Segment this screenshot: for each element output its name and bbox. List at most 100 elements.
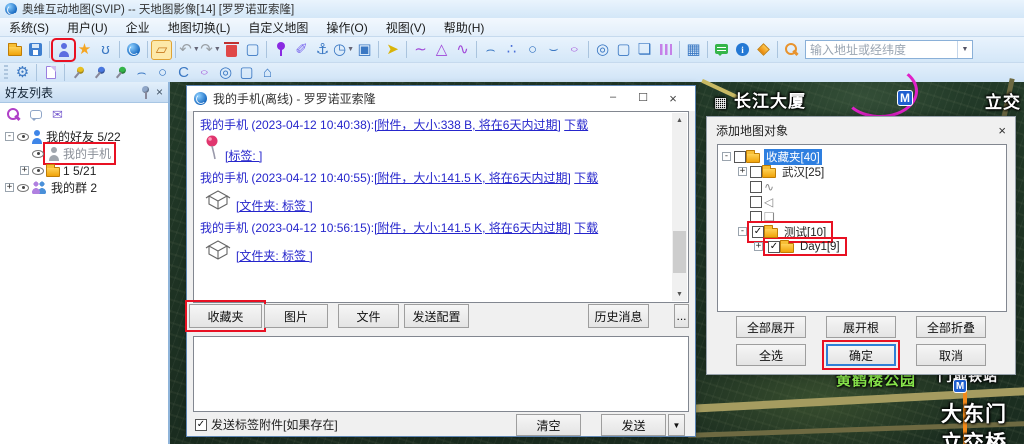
chat-dialog-titlebar[interactable]: 我的手机(离线) - 罗罗诺亚索隆 – ☐ × [187, 86, 695, 111]
tree-expander[interactable]: + [738, 167, 747, 176]
attachment-link[interactable]: [附件，大小:338 B, 将在6天内过期] [374, 118, 561, 132]
tree-checkbox[interactable]: ✓ [752, 226, 764, 238]
send-button[interactable]: 发送 [601, 414, 666, 436]
cancel-button[interactable]: 取消 [916, 344, 986, 366]
draw-polygon-icon[interactable]: △ [431, 40, 452, 60]
blob-tool-icon[interactable]: ⌂ [257, 63, 278, 83]
new-object-icon[interactable] [40, 63, 61, 83]
measure-icon[interactable]: ✐ [291, 40, 312, 60]
ok-button[interactable]: 确定 [826, 344, 896, 366]
curve-c-tool-icon[interactable]: C [173, 63, 194, 83]
friends-icon[interactable] [53, 40, 74, 60]
ship-icon[interactable]: ⚓ [312, 40, 333, 60]
pushpin-blue-icon[interactable] [89, 63, 110, 83]
tree-item-label[interactable]: 我的好友 5/22 [46, 128, 121, 145]
ellipse-tool-icon[interactable]: ○ [194, 63, 215, 83]
tree-item-label[interactable]: 收藏夹[40] [764, 149, 822, 165]
area-select-icon[interactable]: ▱ [151, 40, 172, 60]
tree-expander[interactable]: - [738, 227, 747, 236]
search-input[interactable] [806, 43, 957, 57]
pushpin-green-icon[interactable] [110, 63, 131, 83]
draw-line-icon[interactable]: ∼ [410, 40, 431, 60]
visibility-eye-icon[interactable] [32, 150, 44, 158]
rect-tool-icon[interactable]: ▢ [236, 63, 257, 83]
tree-checkbox[interactable] [750, 211, 762, 223]
redo-icon[interactable]: ↷▼ [200, 40, 221, 60]
mail-icon[interactable]: ✉ [52, 108, 63, 121]
tree-expander[interactable]: - [5, 132, 14, 141]
dart-pin-icon[interactable]: ➤ [382, 40, 403, 60]
attachment-link[interactable]: [附件，大小:141.5 K, 将在6天内过期] [374, 221, 571, 235]
tree-checkbox[interactable] [750, 166, 762, 178]
draw-circle-icon[interactable]: ○ [522, 40, 543, 60]
tree-checkbox[interactable] [734, 151, 746, 163]
favorites-star-icon[interactable]: ★ [74, 40, 95, 60]
menu-enterprise[interactable]: 企业 [117, 18, 159, 37]
visibility-eye-icon[interactable] [17, 133, 29, 141]
dropdown-arrow-icon[interactable]: ▼ [193, 46, 200, 53]
map-tree-row[interactable]: +✓Day1[9] [720, 239, 1004, 254]
undo-icon[interactable]: ↶▼ [179, 40, 200, 60]
tree-item-label[interactable]: 1 5/21 [63, 164, 96, 178]
attachment-link[interactable]: [附件，大小:141.5 K, 将在6天内过期] [374, 171, 571, 185]
region-circle-icon[interactable]: ◎ [592, 40, 613, 60]
friends-tree-row[interactable]: 我的手机 [0, 145, 168, 162]
picture-button[interactable]: 图片 [264, 304, 328, 328]
friend-search-icon[interactable] [7, 108, 20, 121]
tag-link[interactable]: [文件夹: 标签 ] [236, 247, 313, 264]
search-dropdown-icon[interactable]: ▼ [957, 41, 972, 58]
tree-checkbox[interactable] [750, 196, 762, 208]
map-tree-row[interactable]: ◁ [720, 194, 1004, 209]
history-button[interactable]: 历史消息 [588, 304, 649, 328]
tree-item-label[interactable]: 武汉[25] [780, 164, 826, 180]
ring-tool-icon[interactable]: ◎ [215, 63, 236, 83]
tree-item-label[interactable]: 测试[10] [782, 224, 828, 240]
globe-3d-icon[interactable] [123, 40, 144, 60]
add-dialog-titlebar[interactable]: 添加地图对象 × [707, 117, 1015, 143]
friends-tree-row[interactable]: - 我的好友 5/22 [0, 128, 168, 145]
map-tree-row[interactable]: + 武汉[25] [720, 164, 1004, 179]
building-3d-icon[interactable]: ▦ [683, 40, 704, 60]
region-blob-icon[interactable]: ❏ [634, 40, 655, 60]
chat-bubble-icon[interactable] [30, 110, 42, 119]
tree-item-label[interactable]: 我的群 2 [51, 179, 97, 196]
menu-user[interactable]: 用户(U) [58, 18, 117, 37]
collapse-all-button[interactable]: 全部折叠 [916, 316, 986, 338]
menu-operation[interactable]: 操作(O) [317, 18, 376, 37]
draw-curve-icon[interactable]: ∿ [452, 40, 473, 60]
tree-expander[interactable]: + [20, 166, 29, 175]
circle-tool-icon[interactable]: ○ [152, 63, 173, 83]
placemark-icon[interactable] [270, 40, 291, 60]
menu-custom-map[interactable]: 自定义地图 [239, 18, 317, 37]
map-tree-row[interactable]: - 收藏夹[40] [720, 149, 1004, 164]
scrollbar-thumb[interactable] [673, 231, 686, 273]
camera-icon[interactable]: ▣ [354, 40, 375, 60]
friends-tree-row[interactable]: +我的群 2 [0, 179, 168, 196]
expand-all-button[interactable]: 全部展开 [736, 316, 806, 338]
tree-expander[interactable]: - [722, 152, 731, 161]
arc-tool-icon[interactable]: ⌢ [131, 63, 152, 83]
dropdown-arrow-icon[interactable]: ▼ [214, 46, 221, 53]
pushpin-yellow-icon[interactable] [68, 63, 89, 83]
more-button[interactable]: ... [674, 304, 689, 328]
save-icon[interactable] [25, 40, 46, 60]
search-icon[interactable] [781, 40, 802, 60]
tag-link[interactable]: [标签: ] [225, 147, 262, 164]
dropdown-arrow-icon[interactable]: ▼ [347, 46, 354, 53]
friends-tree-row[interactable]: +1 5/21 [0, 162, 168, 179]
menu-help[interactable]: 帮助(H) [435, 18, 494, 37]
download-link[interactable]: 下载 [574, 221, 598, 235]
settings-gear-icon[interactable]: ⚙ [12, 63, 33, 83]
draw-scatter-icon[interactable]: ∴ [501, 40, 522, 60]
message-icon[interactable] [711, 40, 732, 60]
select-rect-icon[interactable]: ▢ [242, 40, 263, 60]
favorites-button[interactable]: 收藏夹 [189, 304, 262, 328]
draw-arc-icon[interactable]: ⌢ [480, 40, 501, 60]
menu-system[interactable]: 系统(S) [0, 18, 58, 37]
tree-item-label[interactable]: Day1[9] [798, 241, 842, 253]
download-link[interactable]: 下载 [574, 171, 598, 185]
tree-expander[interactable]: + [754, 242, 763, 251]
tree-checkbox[interactable] [750, 181, 762, 193]
region-bars-icon[interactable] [655, 40, 676, 60]
vip-gem-icon[interactable] [753, 40, 774, 60]
